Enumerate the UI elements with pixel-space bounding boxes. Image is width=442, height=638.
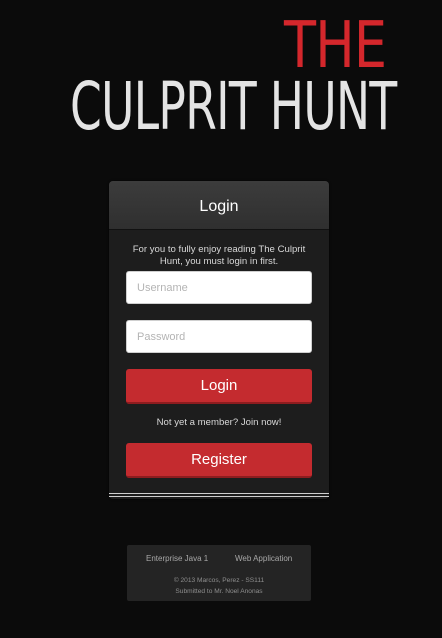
footer-link-web-application[interactable]: Web Application bbox=[235, 554, 292, 563]
page: THE CULPRIT HUNT Login For you to fully … bbox=[0, 0, 442, 638]
copyright-text: © 2013 Marcos, Perez - SS111 bbox=[173, 577, 265, 584]
site-logo: THE CULPRIT HUNT bbox=[0, 0, 442, 150]
panel-divider-line bbox=[109, 496, 329, 497]
login-button[interactable]: Login bbox=[126, 369, 312, 404]
footer-link-enterprise-java[interactable]: Enterprise Java 1 bbox=[146, 554, 208, 563]
password-input[interactable] bbox=[126, 320, 312, 353]
login-panel-header: Login bbox=[109, 181, 329, 230]
footer-links: Enterprise Java 1 Web Application bbox=[127, 554, 311, 566]
submitted-to-text: Submitted to Mr. Noel Anonas bbox=[175, 588, 263, 595]
username-input[interactable] bbox=[126, 271, 312, 304]
footer-copyright: © 2013 Marcos, Perez - SS111 Submitted t… bbox=[127, 575, 311, 597]
join-now-text: Not yet a member? Join now! bbox=[156, 417, 282, 428]
logo-title-text: CULPRIT HUNT bbox=[70, 68, 397, 145]
login-panel: Login For you to fully enjoy reading The… bbox=[109, 181, 329, 499]
login-intro-text: For you to fully enjoy reading The Culpr… bbox=[132, 244, 306, 267]
login-title: Login bbox=[199, 198, 239, 215]
footer: Enterprise Java 1 Web Application © 2013… bbox=[127, 545, 311, 601]
register-button[interactable]: Register bbox=[126, 443, 312, 478]
panel-divider-line bbox=[109, 493, 329, 494]
